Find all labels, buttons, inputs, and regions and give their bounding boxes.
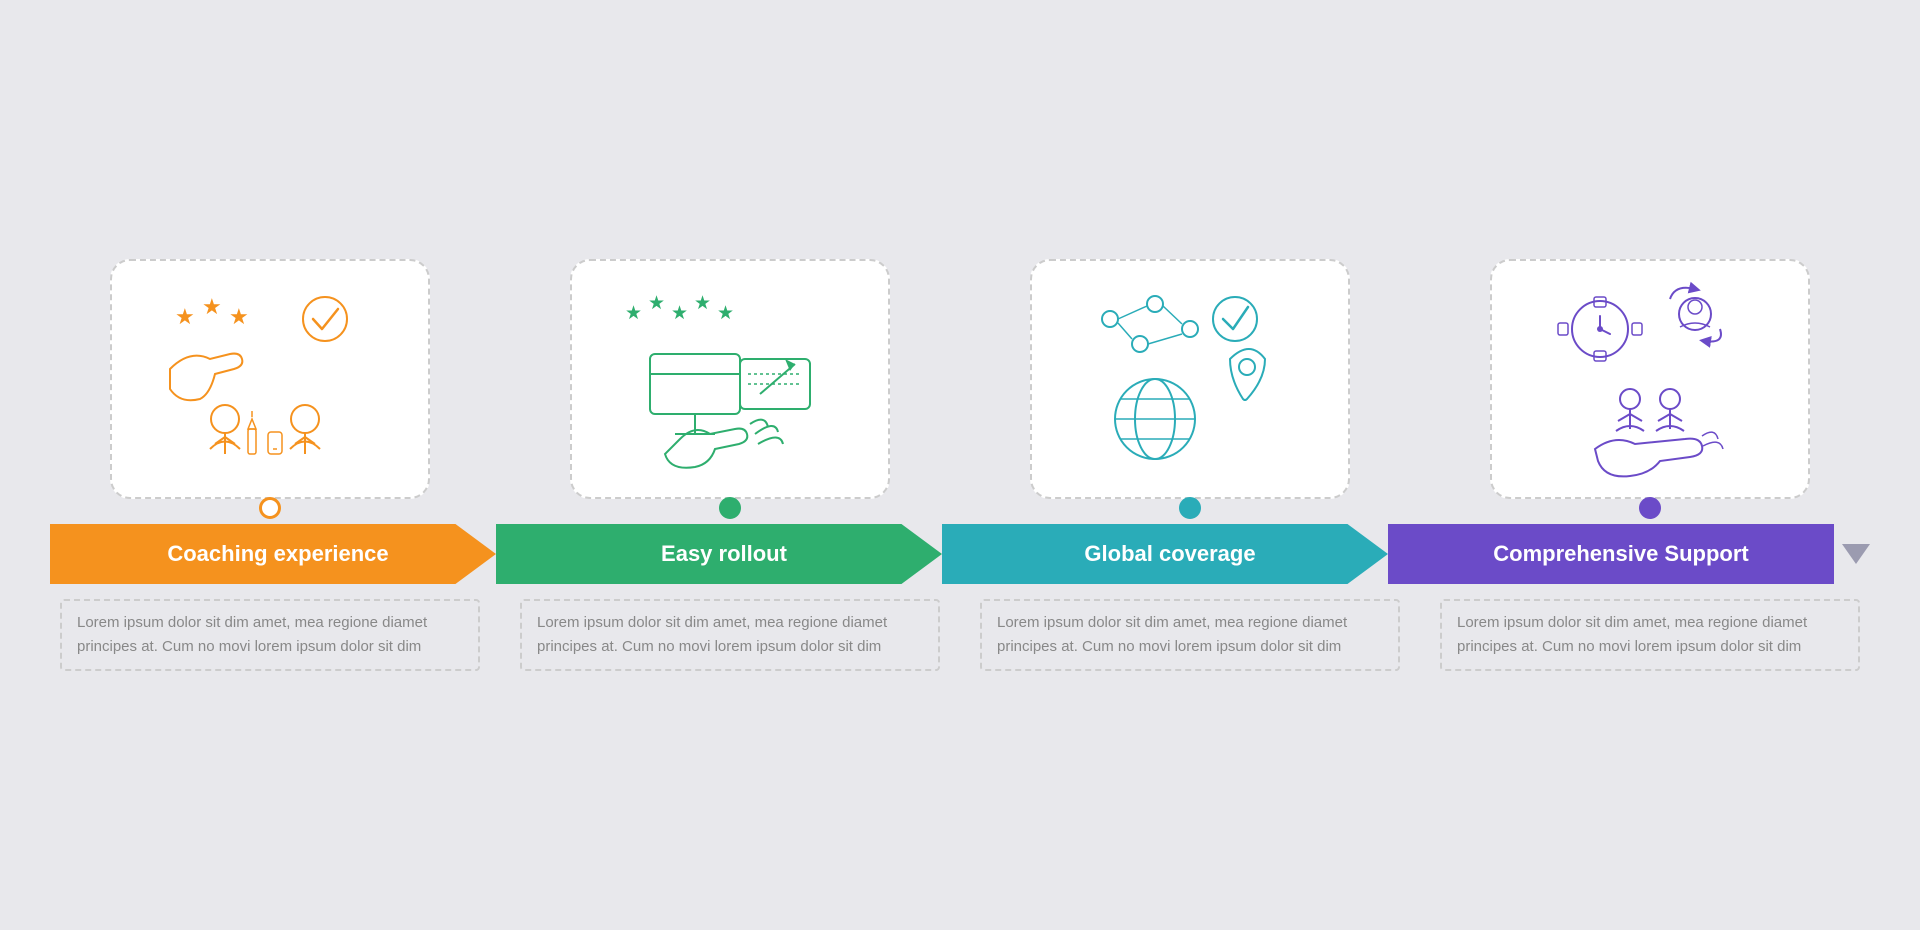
arrow-label-coaching: Coaching experience: [50, 519, 496, 589]
arrow-row: Coaching experience Easy rollout Global …: [50, 519, 1870, 589]
svg-text:★: ★: [717, 303, 734, 324]
infographic: ★ ★ ★: [50, 259, 1870, 671]
svg-text:★: ★: [202, 294, 222, 319]
description-coaching: Lorem ipsum dolor sit dim amet, mea regi…: [77, 611, 463, 659]
dot-rollout: [719, 497, 741, 519]
support-label-text: Comprehensive Support: [1493, 541, 1748, 567]
rollout-label-text: Easy rollout: [661, 541, 787, 567]
svg-text:★: ★: [648, 293, 665, 314]
card-global: [980, 259, 1400, 519]
text-coaching: Lorem ipsum dolor sit dim amet, mea regi…: [60, 599, 480, 671]
svg-text:★: ★: [175, 304, 195, 329]
rollout-icon: ★ ★ ★ ★ ★: [620, 279, 840, 479]
arrow-rollout: Easy rollout: [496, 519, 942, 589]
global-label-text: Global coverage: [1084, 541, 1255, 567]
global-icon: [1080, 279, 1300, 479]
arrow-label-support: Comprehensive Support: [1388, 519, 1834, 589]
description-rollout: Lorem ipsum dolor sit dim amet, mea regi…: [537, 611, 923, 659]
svg-text:★: ★: [625, 303, 642, 324]
icon-card-support: [1490, 259, 1810, 499]
support-icon: [1540, 279, 1760, 479]
dot-global: [1179, 497, 1201, 519]
bottom-text-row: Lorem ipsum dolor sit dim amet, mea regi…: [50, 599, 1870, 671]
coaching-icon: ★ ★ ★: [160, 279, 380, 479]
svg-text:★: ★: [671, 303, 688, 324]
svg-text:★: ★: [229, 304, 249, 329]
coaching-label-text: Coaching experience: [167, 541, 388, 567]
description-support: Lorem ipsum dolor sit dim amet, mea regi…: [1457, 611, 1843, 659]
arrow-support: Comprehensive Support: [1388, 519, 1834, 589]
icon-card-rollout: ★ ★ ★ ★ ★: [570, 259, 890, 499]
icon-card-coaching: ★ ★ ★: [110, 259, 430, 499]
icon-cards-row: ★ ★ ★: [50, 259, 1870, 519]
svg-text:★: ★: [694, 293, 711, 314]
text-rollout: Lorem ipsum dolor sit dim amet, mea regi…: [520, 599, 940, 671]
arrow-coaching: Coaching experience: [50, 519, 496, 589]
card-coaching: ★ ★ ★: [60, 259, 480, 519]
arrow-global: Global coverage: [942, 519, 1388, 589]
arrow-label-rollout: Easy rollout: [496, 519, 942, 589]
dot-support: [1639, 497, 1661, 519]
card-rollout: ★ ★ ★ ★ ★: [520, 259, 940, 519]
dot-coaching: [259, 497, 281, 519]
end-arrow: [1842, 544, 1870, 564]
text-global: Lorem ipsum dolor sit dim amet, mea regi…: [980, 599, 1400, 671]
card-support: [1440, 259, 1860, 519]
icon-card-global: [1030, 259, 1350, 499]
description-global: Lorem ipsum dolor sit dim amet, mea regi…: [997, 611, 1383, 659]
text-support: Lorem ipsum dolor sit dim amet, mea regi…: [1440, 599, 1860, 671]
arrow-label-global: Global coverage: [942, 519, 1388, 589]
